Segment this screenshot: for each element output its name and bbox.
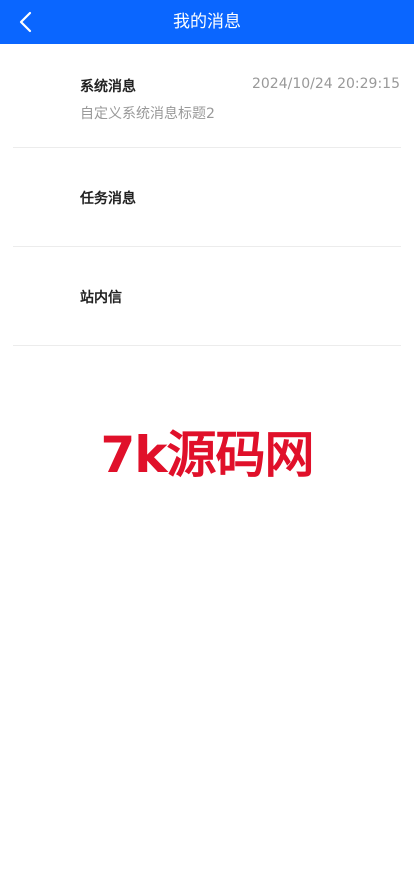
top-navbar: 我的消息 xyxy=(0,0,414,44)
message-category-title: 系统消息 xyxy=(80,79,136,95)
messages-page: 我的消息 系统消息 2024/10/24 20:29:15 自定义系统消息标题2… xyxy=(0,0,414,896)
message-category-title: 任务消息 xyxy=(80,191,136,207)
chevron-left-icon xyxy=(19,11,32,33)
message-item-system[interactable]: 系统消息 2024/10/24 20:29:15 自定义系统消息标题2 xyxy=(13,44,401,148)
message-item-task[interactable]: 任务消息 xyxy=(13,148,401,247)
watermark-logo: 7k源码网 xyxy=(100,426,314,484)
message-timestamp: 2024/10/24 20:29:15 xyxy=(251,76,400,92)
back-button[interactable] xyxy=(10,6,42,38)
message-preview: 自定义系统消息标题2 xyxy=(80,106,215,122)
message-item-inbox[interactable]: 站内信 xyxy=(13,247,401,346)
page-title: 我的消息 xyxy=(173,12,241,32)
message-list: 系统消息 2024/10/24 20:29:15 自定义系统消息标题2 任务消息… xyxy=(0,44,414,346)
message-category-title: 站内信 xyxy=(80,290,122,306)
